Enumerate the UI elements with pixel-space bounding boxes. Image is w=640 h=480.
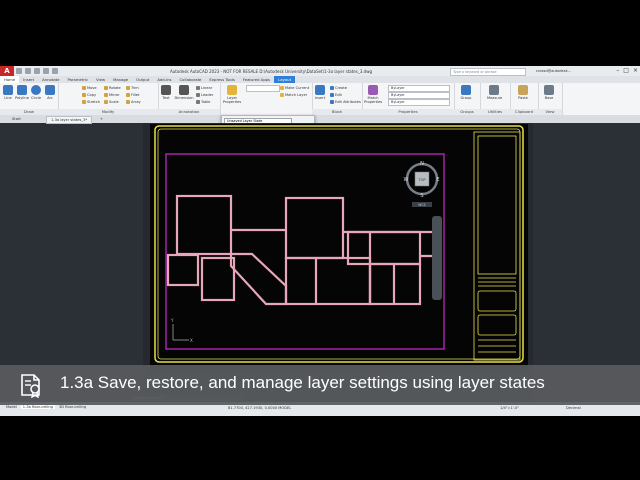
model-tab[interactable]: Model — [6, 405, 17, 409]
room-south-west — [166, 253, 200, 287]
compass-n: N — [420, 161, 424, 167]
diagonal-corridor — [229, 252, 288, 306]
layout-tab-2[interactable]: 3D floor-ceiling — [59, 405, 86, 409]
video-caption-bar: 1.3a Save, restore, and manage layer set… — [0, 365, 640, 405]
room-south — [200, 256, 236, 302]
viewcube-face-label: TOP — [417, 178, 425, 182]
floor-plan[interactable] — [166, 194, 439, 306]
border-frame — [154, 125, 524, 363]
caption-text: 1.3a Save, restore, and manage layer set… — [60, 373, 545, 392]
compass-s: S — [420, 193, 423, 199]
annotation-scale[interactable]: 1/4"=1'-0" — [500, 406, 519, 410]
layout-tab-1[interactable]: 1-3a floor-ceiling — [20, 405, 55, 409]
ucs-icon: Y X — [170, 318, 193, 343]
viewcube[interactable]: TOP N S E W WCS — [404, 161, 440, 207]
border-frame-inner — [157, 128, 521, 360]
units-readout[interactable]: Decimal — [566, 406, 581, 410]
ucs-x-label: X — [190, 338, 193, 343]
coordinates-readout: 81.7700, 427.1930, 0.0000 MODEL — [228, 406, 292, 410]
room-north-center — [284, 196, 345, 260]
model-layout-tabs: Model 1-3a floor-ceiling 3D floor-ceilin… — [6, 405, 86, 409]
ucs-y-label: Y — [170, 318, 174, 323]
autocad-window: A Autodesk AutoCAD 2023 - NOT FOR RESALE… — [0, 66, 640, 416]
drawing-svg: Y X TOP N S E W WCS — [154, 125, 524, 363]
viewport-frame[interactable] — [165, 153, 445, 350]
certificate-icon — [21, 374, 40, 398]
compass-w: W — [404, 177, 409, 183]
room-east — [346, 230, 422, 266]
title-block — [473, 131, 521, 361]
compass-e: E — [436, 177, 439, 183]
corridor-east — [343, 230, 439, 258]
wcs-label: WCS — [418, 203, 425, 207]
navigation-bar[interactable] — [432, 216, 442, 300]
room-north-west — [175, 194, 233, 256]
